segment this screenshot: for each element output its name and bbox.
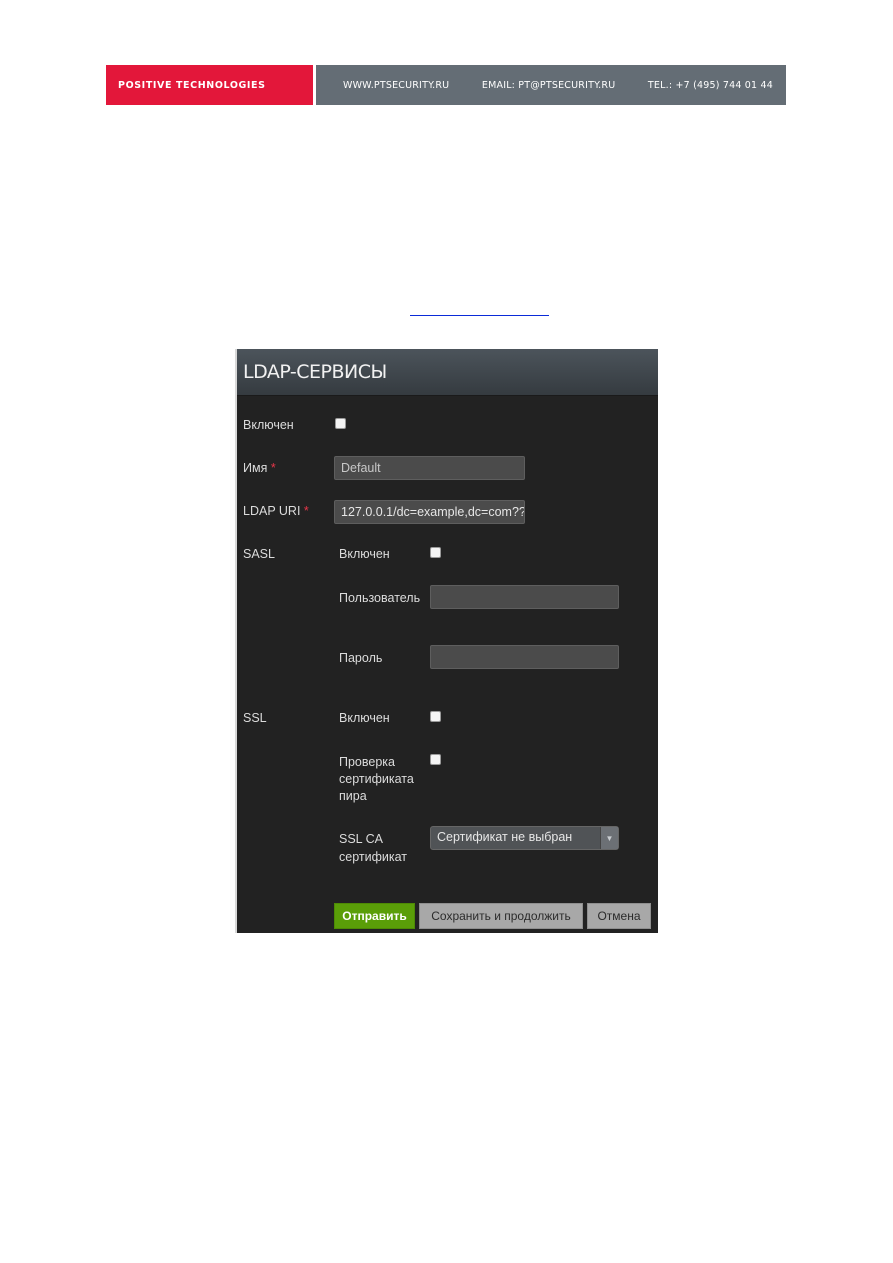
name-input[interactable]: Default xyxy=(334,456,525,480)
sasl-user-label: Пользователь xyxy=(339,591,421,605)
website-text: WWW.PTSECURITY.RU xyxy=(343,79,450,91)
phone-text: TEL.: +7 (495) 744 01 44 xyxy=(647,79,773,91)
sasl-enabled-checkbox[interactable] xyxy=(430,547,441,558)
panel-title: LDAP-СЕРВИСЫ xyxy=(243,361,387,383)
company-banner: POSITIVE TECHNOLOGIES WWW.PTSECURITY.RU … xyxy=(106,65,786,105)
panel-header: LDAP-СЕРВИСЫ xyxy=(237,349,658,396)
ssl-section-label: SSL xyxy=(243,711,267,725)
cancel-button[interactable]: Отмена xyxy=(587,903,651,929)
peer-check-line: Проверка xyxy=(339,755,395,769)
peer-check-line: сертификата xyxy=(339,772,414,786)
ssl-ca-select[interactable]: Сертификат не выбран ▼ xyxy=(430,826,619,850)
uri-label: LDAP URI * xyxy=(243,504,309,518)
ssl-ca-selected-value: Сертификат не выбран xyxy=(437,830,573,844)
brand-logo: POSITIVE TECHNOLOGIES xyxy=(106,65,313,105)
sasl-password-label: Пароль xyxy=(339,651,383,665)
contact-bar: WWW.PTSECURITY.RU EMAIL: PT@PTSECURITY.R… xyxy=(316,65,786,105)
uri-label-text: LDAP URI xyxy=(243,504,301,518)
ssl-ca-label: SSL CA сертификат xyxy=(339,830,407,866)
sasl-enabled-label: Включен xyxy=(339,547,390,561)
ca-label-line: SSL CA xyxy=(339,832,384,846)
sasl-password-input[interactable] xyxy=(430,645,619,669)
enabled-label: Включен xyxy=(243,418,294,432)
ssl-peer-check-checkbox[interactable] xyxy=(430,754,441,765)
document-link-underline[interactable] xyxy=(410,314,549,316)
name-label: Имя * xyxy=(243,461,276,475)
required-mark: * xyxy=(270,461,276,475)
sasl-user-input[interactable] xyxy=(430,585,619,609)
required-mark: * xyxy=(303,504,309,518)
chevron-down-icon[interactable]: ▼ xyxy=(600,827,618,849)
submit-button[interactable]: Отправить xyxy=(334,903,415,929)
ca-label-line: сертификат xyxy=(339,850,407,864)
enabled-checkbox[interactable] xyxy=(335,418,346,429)
sasl-section-label: SASL xyxy=(243,547,275,561)
ldap-services-panel: LDAP-СЕРВИСЫ Включен Имя * Default LDAP … xyxy=(235,349,658,933)
peer-check-line: пира xyxy=(339,789,367,803)
ssl-enabled-checkbox[interactable] xyxy=(430,711,441,722)
save-continue-button[interactable]: Сохранить и продолжить xyxy=(419,903,583,929)
ldap-uri-input[interactable]: 127.0.0.1/dc=example,dc=com?? xyxy=(334,500,525,524)
name-label-text: Имя xyxy=(243,461,268,475)
ssl-enabled-label: Включен xyxy=(339,711,390,725)
email-text: EMAIL: PT@PTSECURITY.RU xyxy=(481,79,616,91)
ssl-peer-check-label: Проверка сертификата пира xyxy=(339,754,414,805)
